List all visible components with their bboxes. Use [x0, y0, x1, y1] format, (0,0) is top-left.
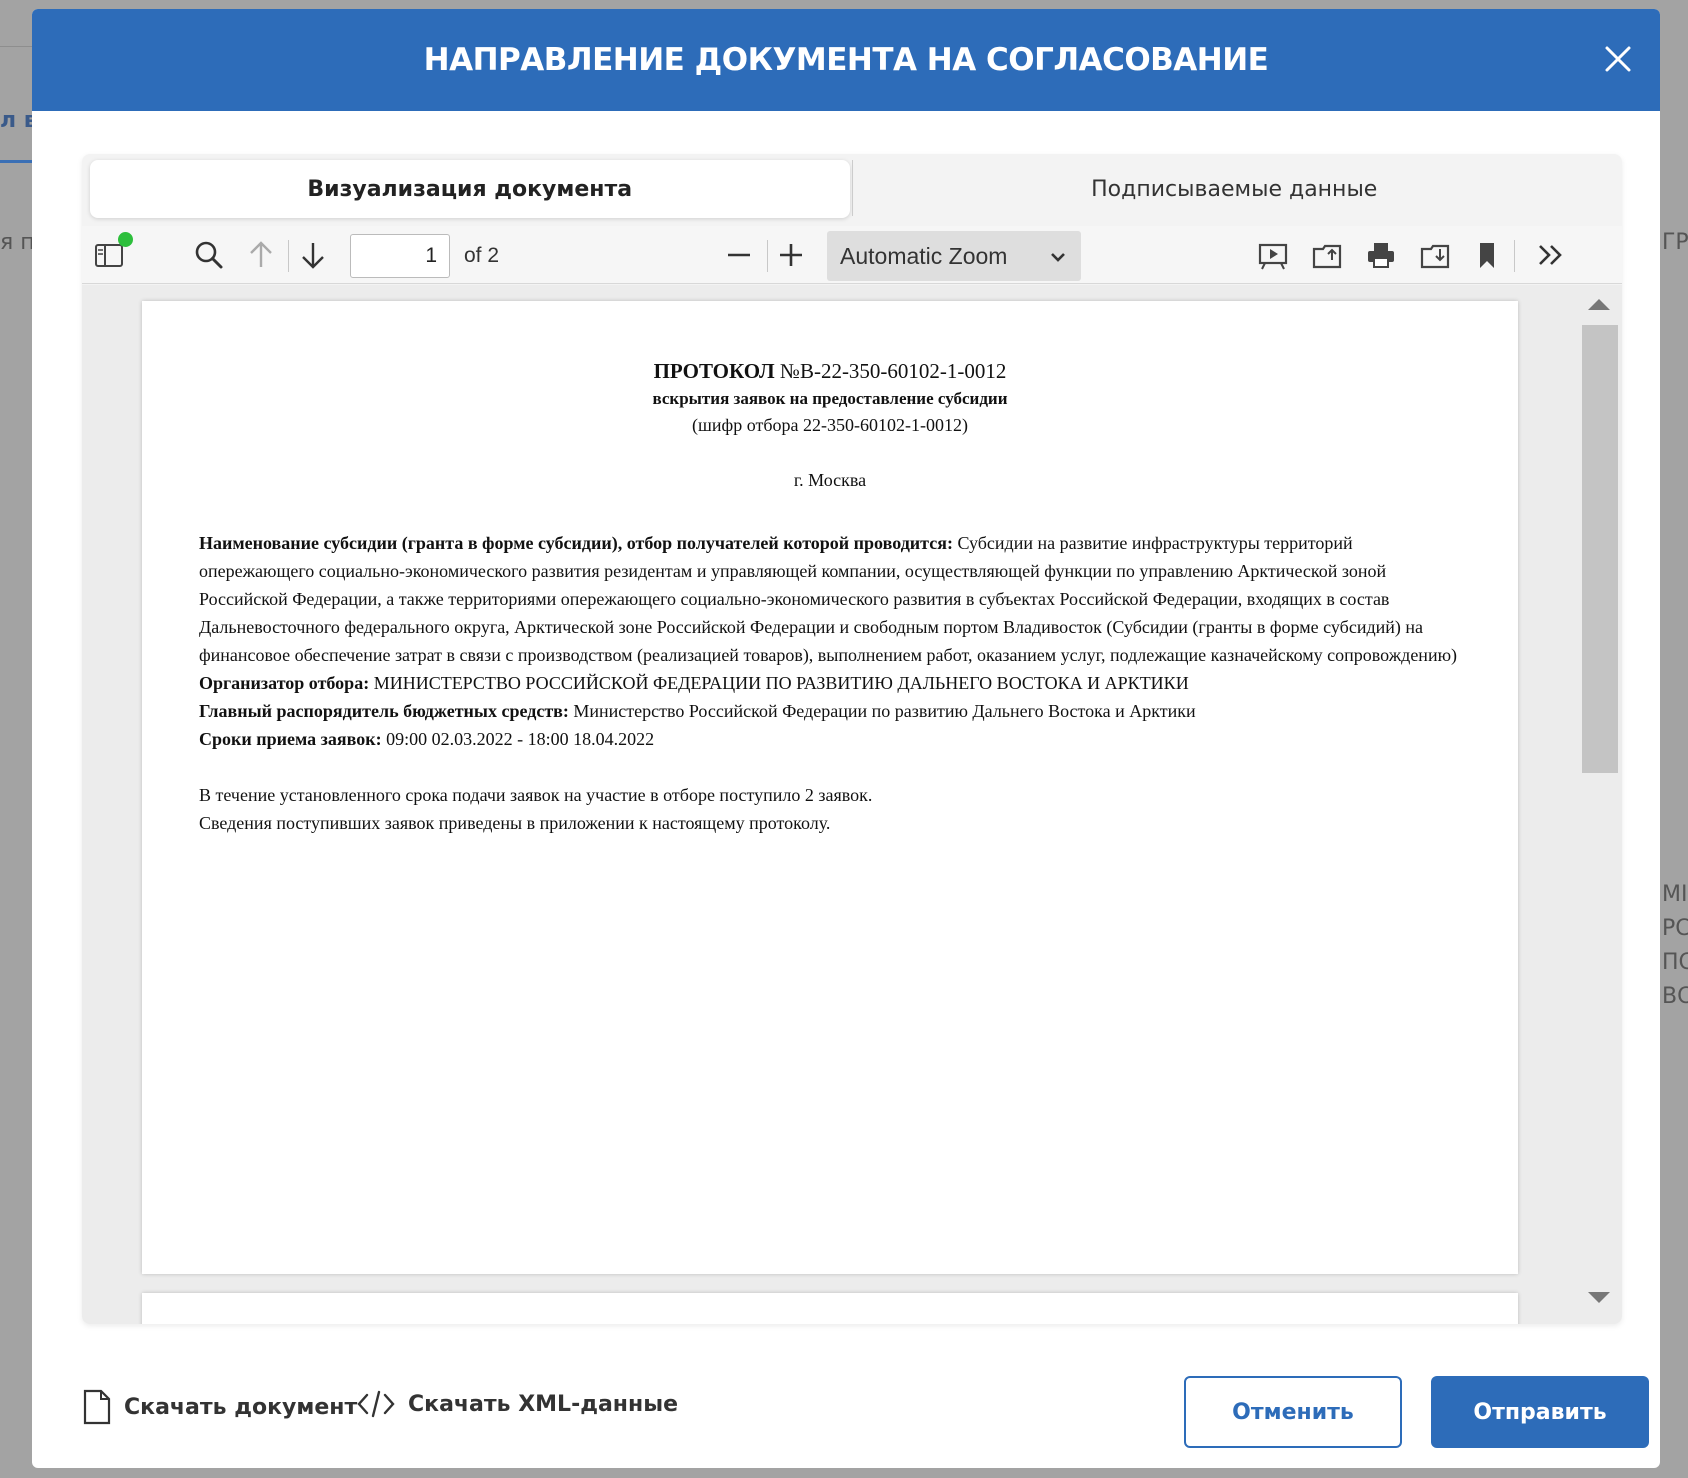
- arrow-down-icon: [302, 243, 324, 269]
- tab-bar: Визуализация документа Подписываемые дан…: [82, 154, 1622, 226]
- scroll-up-arrow-icon[interactable]: [1588, 299, 1610, 310]
- pdf-page-1: ПРОТОКОЛ №В-22-350-60102-1-0012 вскрытия…: [142, 301, 1518, 1274]
- pdf-viewer[interactable]: ПРОТОКОЛ №В-22-350-60102-1-0012 вскрытия…: [82, 285, 1622, 1324]
- applications-info-line: Сведения поступивших заявок приведены в …: [199, 813, 831, 833]
- download-icon: [1420, 244, 1450, 269]
- document-subtitle: вскрытия заявок на предоставление субсид…: [652, 389, 1008, 408]
- dialog-title: НАПРАВЛЕНИЕ ДОКУМЕНТА НА СОГЛАСОВАНИЕ: [423, 42, 1269, 78]
- toolbar-divider: [288, 240, 289, 272]
- download-document-link[interactable]: Скачать документ: [82, 1389, 357, 1425]
- organizer-paragraph: Организатор отбора: МИНИСТЕРСТВО РОССИЙС…: [199, 669, 1459, 697]
- print-icon: [1368, 243, 1394, 268]
- subsidy-label: Наименование субсидии (гранта в форме су…: [199, 533, 953, 553]
- organizer-text: МИНИСТЕРСТВО РОССИЙСКОЙ ФЕДЕРАЦИИ ПО РАЗ…: [373, 673, 1189, 693]
- chevron-down-icon: [1051, 253, 1065, 262]
- document-body: Наименование субсидии (гранта в форме су…: [199, 529, 1459, 837]
- bookmark-icon: [1480, 243, 1494, 268]
- close-button[interactable]: [1598, 39, 1638, 79]
- tab-divider: [851, 160, 853, 216]
- bg-active-tab-underline: [0, 160, 32, 163]
- toolbar-divider: [767, 240, 768, 272]
- tab-signed-data[interactable]: Подписываемые данные: [855, 160, 1615, 218]
- bg-divider: [0, 46, 32, 47]
- deadline-paragraph: Сроки приема заявок: 09:00 02.03.2022 - …: [199, 725, 1459, 753]
- toolbar-divider: [1514, 240, 1515, 272]
- zoom-in-button[interactable]: [772, 236, 810, 274]
- tools-menu-button[interactable]: [1532, 236, 1570, 274]
- document-city: г. Москва: [793, 470, 867, 490]
- manager-text: Министерство Российской Федерации по раз…: [573, 701, 1196, 721]
- more-tools-icon: [1539, 245, 1562, 265]
- manager-label: Главный распорядитель бюджетных средств:: [199, 701, 569, 721]
- bg-text-fragment: ПС: [1662, 950, 1688, 975]
- deadline-label: Сроки приема заявок:: [199, 729, 382, 749]
- bg-text-fragment: ВС: [1662, 984, 1688, 1009]
- subsidy-paragraph: Наименование субсидии (гранта в форме су…: [199, 529, 1459, 669]
- scroll-down-arrow-icon[interactable]: [1588, 1292, 1610, 1303]
- cancel-button[interactable]: Отменить: [1184, 1376, 1402, 1448]
- manager-paragraph: Главный распорядитель бюджетных средств:…: [199, 697, 1459, 725]
- pdf-page-2: [142, 1293, 1518, 1324]
- document-cipher: (шифр отбора 22-350-60102-1-0012): [692, 415, 968, 435]
- zoom-in-icon: [780, 244, 802, 266]
- viewer-scrollbar[interactable]: [1580, 295, 1618, 1315]
- zoom-out-button[interactable]: [720, 236, 758, 274]
- close-icon: [1605, 46, 1631, 72]
- document-number: №В-22-350-60102-1-0012: [779, 359, 1007, 383]
- notification-dot: [118, 232, 133, 247]
- applications-count-line: В течение установленного срока подачи за…: [199, 785, 873, 805]
- download-xml-link[interactable]: Скачать XML-данные: [356, 1389, 678, 1419]
- approval-dialog: НАПРАВЛЕНИЕ ДОКУМЕНТА НА СОГЛАСОВАНИЕ Ви…: [32, 9, 1660, 1468]
- next-page-button[interactable]: [294, 236, 332, 274]
- search-icon: [195, 241, 223, 269]
- document-title-heading: ПРОТОКОЛ: [653, 359, 775, 383]
- bg-text-fragment: ГР: [1662, 230, 1688, 255]
- send-button[interactable]: Отправить: [1431, 1376, 1649, 1448]
- pdf-toolbar: 1 of 2 Automatic Zoom: [82, 226, 1622, 284]
- find-button[interactable]: [190, 236, 228, 274]
- presentation-mode-button[interactable]: [1254, 236, 1292, 274]
- download-button[interactable]: [1416, 236, 1454, 274]
- deadline-text: 09:00 02.03.2022 - 18:00 18.04.2022: [386, 729, 655, 749]
- dialog-header: НАПРАВЛЕНИЕ ДОКУМЕНТА НА СОГЛАСОВАНИЕ: [32, 9, 1660, 111]
- scrollbar-thumb[interactable]: [1582, 325, 1618, 773]
- open-file-icon: [1312, 244, 1342, 269]
- presentation-icon: [1258, 243, 1288, 270]
- download-document-label: Скачать документ: [124, 1394, 358, 1420]
- organizer-label: Организатор отбора:: [199, 673, 370, 693]
- download-xml-label: Скачать XML-данные: [408, 1391, 679, 1417]
- sidebar-toggle-button[interactable]: [90, 232, 133, 274]
- arrow-up-icon: [250, 241, 272, 267]
- tab-document-visualization[interactable]: Визуализация документа: [90, 160, 850, 218]
- bg-text-fragment: МІ: [1662, 882, 1688, 907]
- zoom-select[interactable]: Automatic Zoom: [827, 231, 1081, 281]
- document-title: ПРОТОКОЛ №В-22-350-60102-1-0012: [142, 359, 1518, 384]
- code-icon: [357, 1390, 395, 1418]
- page-count-label: of 2: [464, 244, 500, 267]
- zoom-select-value: Automatic Zoom: [840, 243, 1008, 269]
- open-file-button[interactable]: [1308, 236, 1346, 274]
- document-icon: [83, 1389, 111, 1425]
- page-number-input[interactable]: 1: [350, 234, 450, 278]
- document-tabs-panel: Визуализация документа Подписываемые дан…: [82, 154, 1622, 1324]
- bg-text-fragment: РС: [1662, 916, 1688, 941]
- zoom-out-icon: [728, 253, 750, 257]
- print-button[interactable]: [1362, 236, 1400, 274]
- bookmark-button[interactable]: [1468, 236, 1506, 274]
- previous-page-button[interactable]: [242, 236, 280, 274]
